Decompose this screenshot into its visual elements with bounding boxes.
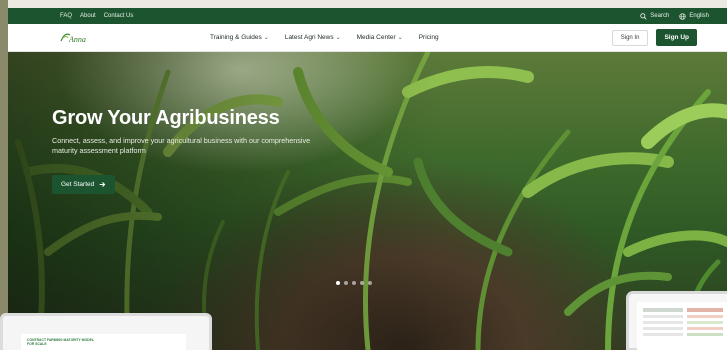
auth-buttons: Sign In Sign Up	[611, 29, 697, 46]
top-utility-bar: FAQ About Contact Us Search English	[8, 8, 727, 24]
utility-right: Search English	[640, 12, 709, 20]
laptop-preview-left: CONTRACT FARMING MATURITY MODEL FOR SCAL…	[0, 313, 212, 350]
language-selector[interactable]: English	[679, 12, 709, 20]
search-button[interactable]: Search	[640, 12, 670, 20]
chevron-down-icon: ⌄	[335, 35, 341, 41]
hero-title: Grow Your Agribusiness	[52, 107, 280, 129]
site-logo[interactable]: Anna	[58, 28, 90, 48]
laptop-preview-right	[626, 291, 727, 350]
sign-in-button[interactable]: Sign In	[611, 29, 649, 46]
search-label: Search	[650, 13, 670, 19]
carousel-dot[interactable]	[368, 281, 372, 285]
get-started-button[interactable]: Get Started	[52, 175, 116, 194]
carousel-dots	[336, 281, 372, 285]
search-icon	[640, 12, 647, 20]
contact-us-link[interactable]: Contact Us	[104, 13, 134, 19]
nav-label: Latest Agri News	[284, 34, 334, 41]
logo-icon: Anna	[60, 33, 86, 44]
nav-label: Media Center	[356, 34, 396, 41]
carousel-dot[interactable]	[352, 281, 356, 285]
svg-text:Anna: Anna	[68, 35, 86, 44]
carousel-dot[interactable]	[336, 281, 340, 285]
laptop-screen	[637, 302, 727, 350]
cta-label: Get Started	[61, 181, 95, 188]
hero-subtitle: Connect, assess, and improve your agricu…	[52, 136, 311, 155]
sign-up-button[interactable]: Sign Up	[656, 29, 697, 46]
hero-overlay	[8, 52, 440, 350]
faq-link[interactable]: FAQ	[60, 13, 72, 19]
page: FAQ About Contact Us Search English Anna…	[0, 0, 727, 350]
chevron-down-icon: ⌄	[397, 35, 403, 41]
language-label: English	[689, 13, 709, 19]
main-navbar: Anna Training & Guides ⌄ Latest Agri New…	[8, 24, 727, 52]
utility-links: FAQ About Contact Us	[60, 13, 133, 19]
carousel-dot[interactable]	[344, 281, 348, 285]
carousel-dot[interactable]	[360, 281, 364, 285]
chevron-down-icon: ⌄	[263, 35, 269, 41]
nav-latest-agri-news[interactable]: Latest Agri News ⌄	[285, 34, 341, 41]
nav-training-guides[interactable]: Training & Guides ⌄	[210, 34, 269, 41]
nav-pricing[interactable]: Pricing	[419, 34, 439, 41]
nav-media-center[interactable]: Media Center ⌄	[357, 34, 403, 41]
nav-label: Pricing	[418, 34, 439, 41]
laptop-screen: CONTRACT FARMING MATURITY MODEL FOR SCAL…	[21, 334, 186, 350]
globe-icon	[679, 12, 686, 20]
primary-menu: Training & Guides ⌄ Latest Agri News ⌄ M…	[210, 34, 439, 41]
about-link[interactable]: About	[80, 13, 96, 19]
preview-table-image	[643, 308, 723, 336]
hero-banner	[8, 52, 727, 350]
arrow-right-icon	[99, 182, 106, 187]
preview-heading: CONTRACT FARMING MATURITY MODEL FOR SCAL…	[27, 338, 94, 346]
nav-label: Training & Guides	[210, 34, 262, 41]
